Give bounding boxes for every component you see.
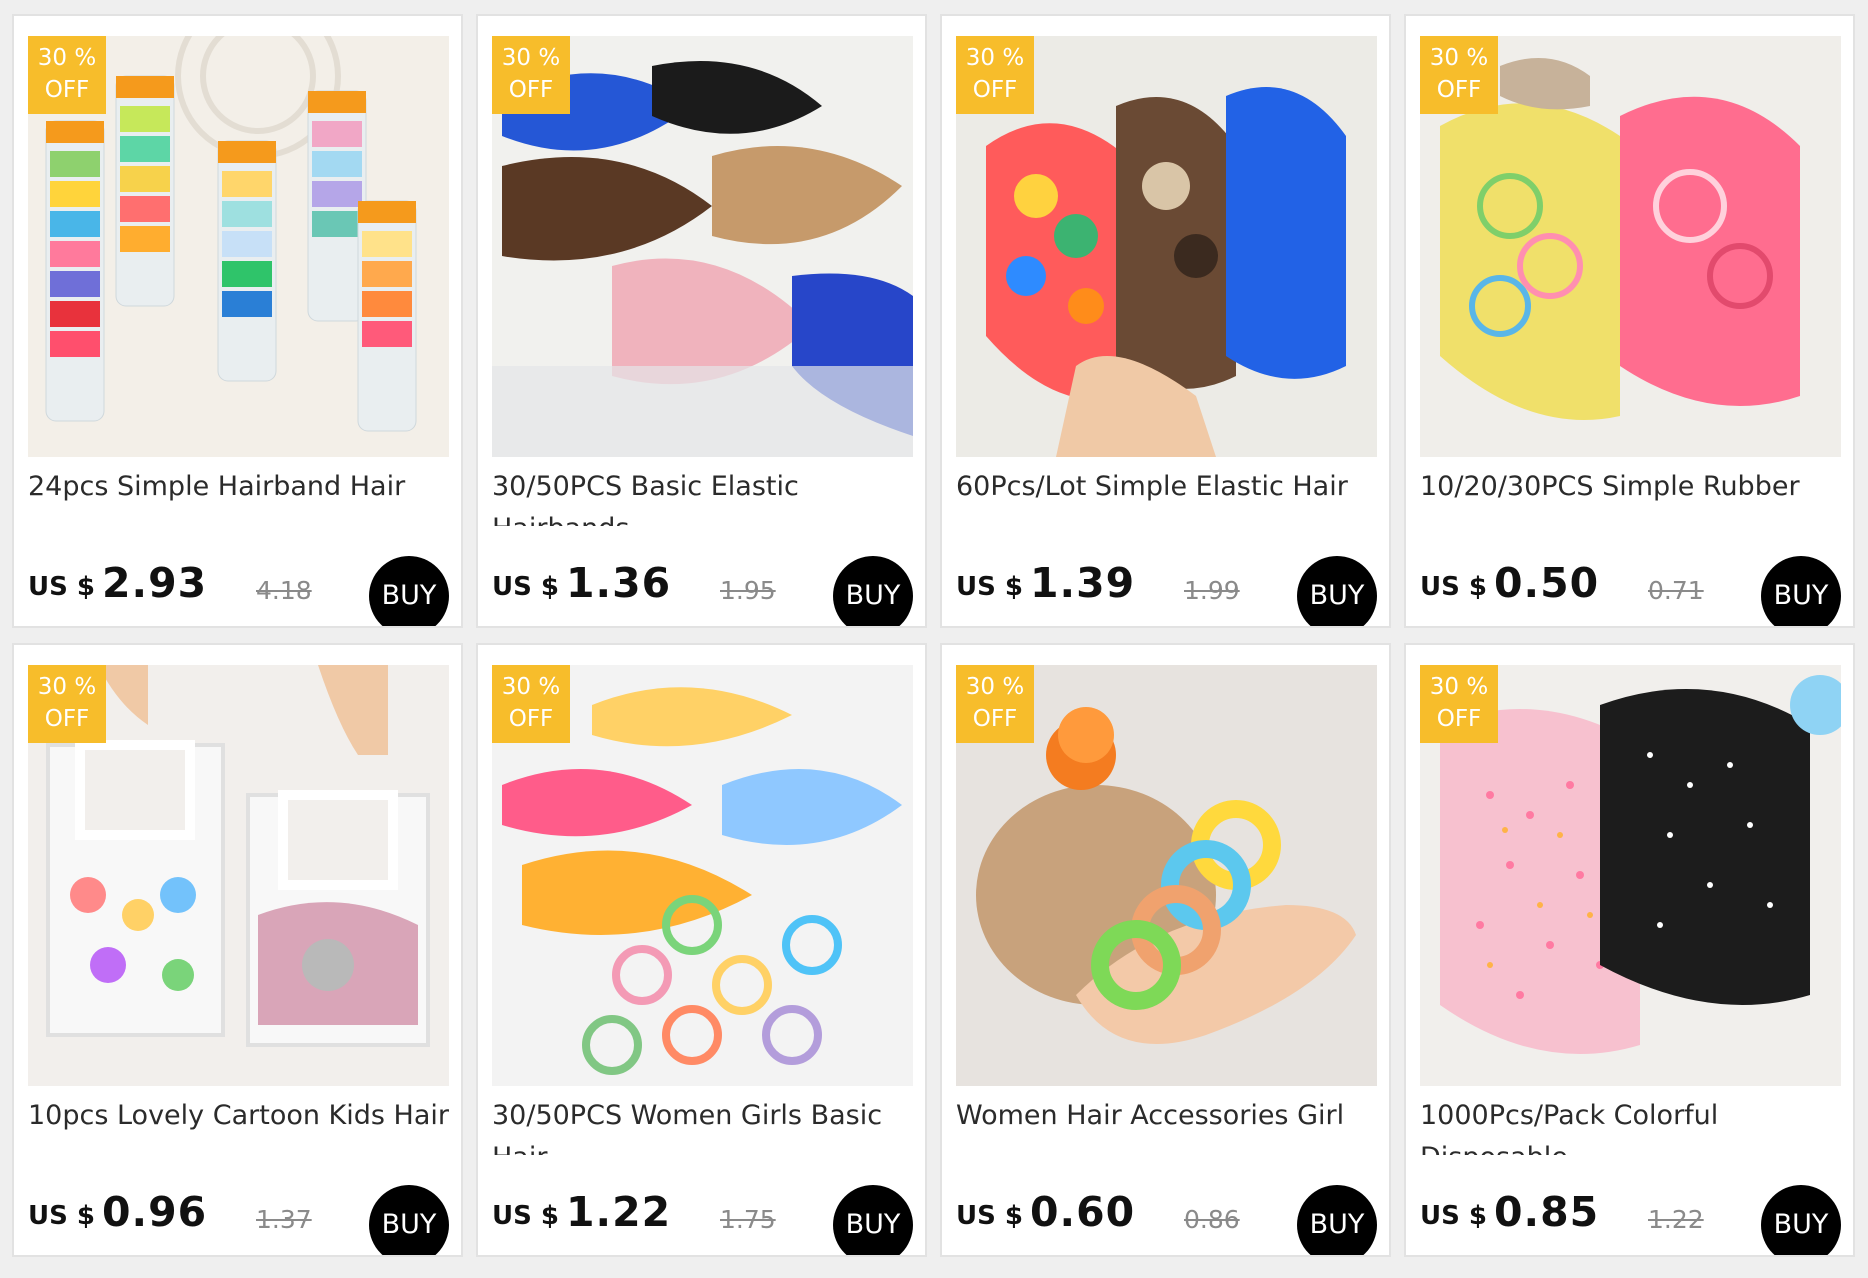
- product-card[interactable]: 30 % OFF Women Hair Accessories Girl US …: [940, 643, 1391, 1257]
- sale-price: 1.22: [566, 1188, 672, 1236]
- currency-label: US $: [956, 1201, 1023, 1231]
- product-image[interactable]: 30 % OFF: [492, 36, 913, 457]
- product-title[interactable]: 60Pcs/Lot Simple Elastic Hair: [956, 466, 1386, 526]
- original-price: 1.22: [1648, 1205, 1704, 1234]
- currency-label: US $: [1420, 572, 1487, 602]
- product-image[interactable]: 30 % OFF: [492, 665, 913, 1086]
- sale-price: 0.85: [1494, 1188, 1600, 1236]
- original-price: 1.95: [720, 576, 776, 605]
- sale-price: 0.96: [102, 1188, 208, 1236]
- product-title[interactable]: 30/50PCS Basic Elastic Hairbands: [492, 466, 922, 526]
- original-price: 1.75: [720, 1205, 776, 1234]
- price-row: US $ 1.39 1.99 BUY: [956, 556, 1377, 626]
- price-row: US $ 0.96 1.37 BUY: [28, 1185, 449, 1255]
- product-card[interactable]: 30 % OFF 60Pcs/Lot Simple Elastic Hair U…: [940, 14, 1391, 628]
- sale-price: 0.50: [1494, 559, 1600, 607]
- buy-button[interactable]: BUY: [833, 556, 913, 626]
- product-image[interactable]: 30 % OFF: [956, 665, 1377, 1086]
- product-title[interactable]: 10pcs Lovely Cartoon Kids Hair: [28, 1095, 458, 1155]
- discount-badge: 30 % OFF: [492, 36, 570, 114]
- product-image[interactable]: 30 % OFF: [1420, 665, 1841, 1086]
- product-card[interactable]: 30 % OFF 30/50PCS Women Girls Basic Hair…: [476, 643, 927, 1257]
- product-title[interactable]: Women Hair Accessories Girl: [956, 1095, 1386, 1155]
- product-card[interactable]: 30 % OFF 10pcs Lovely Cartoon Kids Hair …: [12, 643, 463, 1257]
- product-title[interactable]: 10/20/30PCS Simple Rubber: [1420, 466, 1850, 526]
- buy-button[interactable]: BUY: [1761, 1185, 1841, 1255]
- buy-button[interactable]: BUY: [369, 556, 449, 626]
- discount-badge: 30 % OFF: [28, 665, 106, 743]
- sale-price: 1.36: [566, 559, 672, 607]
- original-price: 1.37: [256, 1205, 312, 1234]
- original-price: 1.99: [1184, 576, 1240, 605]
- product-title[interactable]: 30/50PCS Women Girls Basic Hair: [492, 1095, 922, 1155]
- price-row: US $ 0.50 0.71 BUY: [1420, 556, 1841, 626]
- currency-label: US $: [28, 572, 95, 602]
- product-card[interactable]: 30 % OFF 24pcs Simple Hairband Hair US $…: [12, 14, 463, 628]
- buy-button[interactable]: BUY: [1297, 1185, 1377, 1255]
- discount-badge: 30 % OFF: [492, 665, 570, 743]
- discount-badge: 30 % OFF: [956, 665, 1034, 743]
- original-price: 0.71: [1648, 576, 1704, 605]
- buy-button[interactable]: BUY: [833, 1185, 913, 1255]
- buy-button[interactable]: BUY: [369, 1185, 449, 1255]
- sale-price: 0.60: [1030, 1188, 1136, 1236]
- product-title[interactable]: 1000Pcs/Pack Colorful Disposable: [1420, 1095, 1850, 1155]
- discount-badge: 30 % OFF: [1420, 665, 1498, 743]
- product-title[interactable]: 24pcs Simple Hairband Hair: [28, 466, 458, 526]
- buy-button[interactable]: BUY: [1761, 556, 1841, 626]
- product-image[interactable]: 30 % OFF: [28, 36, 449, 457]
- product-image[interactable]: 30 % OFF: [1420, 36, 1841, 457]
- price-row: US $ 1.36 1.95 BUY: [492, 556, 913, 626]
- sale-price: 1.39: [1030, 559, 1136, 607]
- sale-price: 2.93: [102, 559, 208, 607]
- currency-label: US $: [492, 1201, 559, 1231]
- product-image[interactable]: 30 % OFF: [956, 36, 1377, 457]
- product-card[interactable]: 30 % OFF 1000Pcs/Pack Colorful Disposabl…: [1404, 643, 1855, 1257]
- product-card[interactable]: 30 % OFF 10/20/30PCS Simple Rubber US $ …: [1404, 14, 1855, 628]
- product-grid: 30 % OFF 24pcs Simple Hairband Hair US $…: [12, 14, 1855, 1257]
- buy-button[interactable]: BUY: [1297, 556, 1377, 626]
- product-image[interactable]: 30 % OFF: [28, 665, 449, 1086]
- currency-label: US $: [956, 572, 1023, 602]
- original-price: 0.86: [1184, 1205, 1240, 1234]
- product-card[interactable]: 30 % OFF 30/50PCS Basic Elastic Hairband…: [476, 14, 927, 628]
- price-row: US $ 0.60 0.86 BUY: [956, 1185, 1377, 1255]
- currency-label: US $: [492, 572, 559, 602]
- discount-badge: 30 % OFF: [28, 36, 106, 114]
- price-row: US $ 1.22 1.75 BUY: [492, 1185, 913, 1255]
- discount-badge: 30 % OFF: [1420, 36, 1498, 114]
- currency-label: US $: [28, 1201, 95, 1231]
- original-price: 4.18: [256, 576, 312, 605]
- currency-label: US $: [1420, 1201, 1487, 1231]
- price-row: US $ 0.85 1.22 BUY: [1420, 1185, 1841, 1255]
- price-row: US $ 2.93 4.18 BUY: [28, 556, 449, 626]
- discount-badge: 30 % OFF: [956, 36, 1034, 114]
